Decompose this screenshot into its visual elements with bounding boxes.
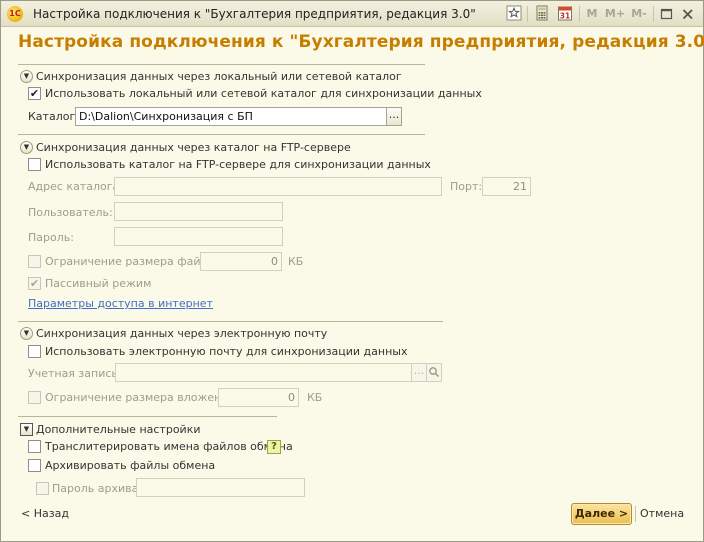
favorite-star-icon[interactable] xyxy=(506,5,522,23)
dialog-window: 1С Настройка подключения к "Бухгалтерия … xyxy=(0,0,704,542)
divider xyxy=(18,416,277,417)
ftp-address-input[interactable] xyxy=(114,177,442,196)
ftp-passive-checkbox[interactable]: ✔ xyxy=(28,277,41,290)
memory-plus-button[interactable]: M+ xyxy=(604,5,626,23)
ftp-user-input[interactable] xyxy=(114,202,283,221)
ftp-password-label: Пароль: xyxy=(28,231,74,244)
title-bar: 1С Настройка подключения к "Бухгалтерия … xyxy=(1,1,703,27)
toolbar-separator xyxy=(653,6,654,22)
next-button[interactable]: Далее > xyxy=(571,503,632,525)
transliterate-label: Транслитерировать имена файлов обмена xyxy=(45,440,293,453)
calendar-icon[interactable]: 31 xyxy=(557,5,573,23)
collapse-section-local-icon[interactable]: ▼ xyxy=(20,70,33,83)
archive-password-checkbox[interactable] xyxy=(36,482,49,495)
section-title-email: Синхронизация данных через электронную п… xyxy=(36,327,328,340)
use-ftp-checkbox[interactable] xyxy=(28,158,41,171)
catalog-input[interactable]: D:\Dalion\Синхронизация с БП xyxy=(75,107,387,126)
use-local-catalog-checkbox[interactable]: ✔ xyxy=(28,87,41,100)
maximize-icon[interactable] xyxy=(660,5,674,23)
back-button[interactable]: < Назад xyxy=(21,507,69,520)
collapse-section-ftp-icon[interactable]: ▼ xyxy=(20,141,33,154)
section-title-local: Синхронизация данных через локальный или… xyxy=(36,70,402,83)
archive-checkbox[interactable] xyxy=(28,459,41,472)
close-icon[interactable] xyxy=(681,5,695,23)
collapse-section-extra-icon[interactable]: ▼ xyxy=(20,423,33,436)
ftp-size-unit: КБ xyxy=(288,255,304,268)
divider xyxy=(18,134,425,135)
archive-label: Архивировать файлы обмена xyxy=(45,459,216,472)
toolbar-separator xyxy=(527,6,528,22)
catalog-label: Каталог: xyxy=(28,110,79,123)
help-icon[interactable]: ? xyxy=(267,440,281,454)
archive-password-input[interactable] xyxy=(136,478,305,497)
svg-text:31: 31 xyxy=(560,12,570,21)
internet-access-link[interactable]: Параметры доступа в интернет xyxy=(28,297,213,310)
ftp-user-label: Пользователь: xyxy=(28,206,113,219)
window-title: Настройка подключения к "Бухгалтерия пре… xyxy=(33,7,476,21)
use-email-label: Использовать электронную почту для синхр… xyxy=(45,345,408,358)
email-account-input[interactable] xyxy=(115,363,412,382)
1c-logo-icon[interactable]: 1С xyxy=(7,6,23,22)
ftp-size-limit-checkbox[interactable] xyxy=(28,255,41,268)
ftp-size-limit-input[interactable]: 0 xyxy=(200,252,282,271)
use-email-checkbox[interactable] xyxy=(28,345,41,358)
use-ftp-label: Использовать каталог на FTP-сервере для … xyxy=(45,158,431,171)
divider xyxy=(18,64,425,65)
ftp-size-limit-label: Ограничение размера файла xyxy=(45,255,215,268)
page-title: Настройка подключения к "Бухгалтерия пре… xyxy=(18,32,704,52)
section-title-ftp: Синхронизация данных через каталог на FT… xyxy=(36,141,351,154)
ftp-port-label: Порт: xyxy=(450,180,483,193)
calculator-icon[interactable] xyxy=(534,5,550,23)
ftp-passive-label: Пассивный режим xyxy=(45,277,152,290)
footer-separator xyxy=(635,506,636,522)
email-account-label: Учетная запись: xyxy=(28,367,122,380)
cancel-button[interactable]: Отмена xyxy=(640,507,684,520)
attach-limit-unit: КБ xyxy=(307,391,323,404)
divider xyxy=(18,321,443,322)
archive-password-label: Пароль архива xyxy=(52,482,139,495)
ftp-port-input[interactable]: 21 xyxy=(482,177,531,196)
catalog-browse-button[interactable]: ... xyxy=(386,107,402,126)
toolbar-separator xyxy=(579,6,580,22)
attach-limit-input[interactable]: 0 xyxy=(218,388,299,407)
transliterate-checkbox[interactable] xyxy=(28,440,41,453)
collapse-section-email-icon[interactable]: ▼ xyxy=(20,327,33,340)
email-account-browse-button[interactable]: ... xyxy=(411,363,427,382)
attach-limit-label: Ограничение размера вложения xyxy=(45,391,236,404)
use-local-catalog-label: Использовать локальный или сетевой катал… xyxy=(45,87,482,100)
ftp-password-input[interactable] xyxy=(114,227,283,246)
memory-minus-button[interactable]: M- xyxy=(628,5,650,23)
memory-button[interactable]: M xyxy=(585,5,599,23)
section-title-extra: Дополнительные настройки xyxy=(36,423,201,436)
ftp-address-label: Адрес каталога: xyxy=(28,180,123,193)
attach-limit-checkbox[interactable] xyxy=(28,391,41,404)
email-account-search-icon[interactable] xyxy=(426,363,442,382)
